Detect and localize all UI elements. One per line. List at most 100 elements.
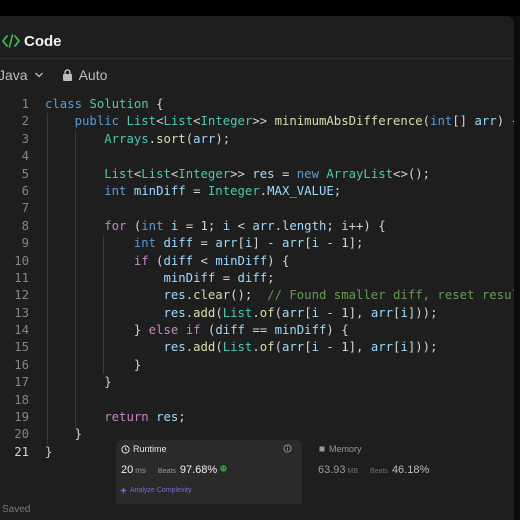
code-token: i bbox=[311, 305, 319, 320]
code-token: arr bbox=[370, 305, 394, 320]
runtime-header: Runtime bbox=[121, 444, 167, 454]
language-selector[interactable]: Java bbox=[0, 67, 44, 83]
line-number: 6 bbox=[21, 183, 29, 198]
line-number: 19 bbox=[14, 410, 29, 425]
code-token: diff bbox=[163, 253, 194, 268]
code-line[interactable]: 15 res.add(List.of(arr[i - 1], arr[i])); bbox=[0, 339, 514, 356]
code-token: = bbox=[215, 270, 238, 285]
code-token: arr bbox=[281, 236, 305, 251]
code-token: of bbox=[259, 340, 275, 355]
code-token: length bbox=[281, 218, 327, 233]
code-token: res bbox=[252, 166, 275, 181]
code-token: ( bbox=[422, 114, 431, 129]
code-token: if bbox=[133, 253, 149, 268]
analyze-complexity-label: Analyze Complexity bbox=[130, 487, 192, 494]
code-token: - 1], bbox=[319, 340, 371, 355]
code-line[interactable]: 14 } else if (diff == minDiff) { bbox=[0, 322, 514, 339]
code-token: ( bbox=[148, 253, 164, 268]
code-token: arr bbox=[281, 305, 305, 320]
mode-label[interactable]: Auto bbox=[79, 67, 108, 83]
code-line[interactable]: 4 bbox=[0, 148, 514, 165]
info-icon[interactable] bbox=[283, 444, 292, 453]
code-token: arr bbox=[252, 218, 275, 233]
code-token: } bbox=[45, 323, 149, 338]
code-line[interactable]: 9 int diff = arr[i] - arr[i - 1]; bbox=[0, 235, 514, 252]
sparkle-icon bbox=[120, 487, 127, 494]
code-token: add bbox=[193, 340, 216, 355]
code-line[interactable]: 2 public List<List<Integer>> minimumAbsD… bbox=[0, 113, 514, 130]
code-line[interactable]: 3 Arrays.sort(arr); bbox=[0, 131, 514, 148]
code-token: List bbox=[126, 114, 157, 129]
code-token: diff bbox=[237, 270, 268, 285]
code-text: } bbox=[45, 426, 82, 443]
code-token: = 1; bbox=[178, 218, 223, 233]
code-token: int bbox=[133, 236, 157, 251]
code-token: [ bbox=[237, 236, 245, 251]
code-token: i bbox=[400, 305, 408, 320]
code-token: . bbox=[148, 131, 157, 146]
top-strip bbox=[0, 0, 520, 16]
code-token: } bbox=[45, 357, 142, 372]
code-token: ; bbox=[326, 218, 342, 233]
code-text: class Solution { bbox=[45, 96, 163, 113]
code-text: minDiff = diff; bbox=[45, 270, 274, 287]
code-token: } bbox=[45, 427, 83, 442]
code-line[interactable]: 7 bbox=[0, 200, 514, 217]
code-token: ( bbox=[215, 305, 223, 320]
code-line[interactable]: 19 return res; bbox=[0, 409, 514, 426]
code-text: } bbox=[45, 374, 111, 391]
code-token: diff bbox=[163, 236, 194, 251]
code-token: MAX_VALUE bbox=[267, 183, 334, 198]
code-token: res bbox=[163, 305, 186, 320]
code-line[interactable]: 11 minDiff = diff; bbox=[0, 270, 514, 287]
code-token: ) { bbox=[326, 323, 349, 338]
code-token: ( bbox=[274, 340, 282, 355]
line-number: 20 bbox=[14, 427, 29, 442]
code-token: ])); bbox=[407, 305, 438, 320]
code-line[interactable]: 13 res.add(List.of(arr[i - 1], arr[i])); bbox=[0, 305, 514, 322]
code-token: diff bbox=[215, 323, 245, 338]
line-number: 5 bbox=[21, 166, 29, 181]
code-token: . bbox=[185, 288, 194, 303]
code-token: i bbox=[400, 340, 408, 355]
line-number: 16 bbox=[14, 357, 29, 372]
code-line[interactable]: 18 bbox=[0, 392, 514, 409]
memory-label: Memory bbox=[329, 444, 362, 454]
code-token: <>(); bbox=[393, 166, 431, 181]
code-token: sort bbox=[156, 131, 186, 146]
leaf-icon bbox=[220, 465, 227, 472]
code-text: int minDiff = Integer.MAX_VALUE; bbox=[45, 183, 341, 200]
code-editor[interactable]: 1 class Solution {2 public List<List<Inte… bbox=[0, 96, 514, 461]
code-token: - 1], bbox=[319, 305, 371, 320]
code-token: // Found smaller diff, reset results bbox=[267, 288, 514, 303]
code-line[interactable]: 17 } bbox=[0, 374, 514, 391]
code-line[interactable]: 16 } bbox=[0, 357, 514, 374]
code-line[interactable]: 1 class Solution { bbox=[0, 96, 514, 113]
line-number: 8 bbox=[21, 218, 29, 233]
code-token: add bbox=[193, 305, 216, 320]
code-token: List bbox=[222, 305, 253, 320]
code-token: clear bbox=[193, 288, 231, 303]
code-text: int diff = arr[i] - arr[i - 1]; bbox=[45, 235, 364, 252]
line-number: 2 bbox=[21, 114, 29, 129]
code-line[interactable]: 6 int minDiff = Integer.MAX_VALUE; bbox=[0, 183, 514, 200]
runtime-value-row: 20 ms Beats 97.68% bbox=[121, 464, 228, 476]
analyze-complexity-link[interactable]: Analyze Complexity bbox=[120, 487, 191, 494]
code-line[interactable]: 12 res.clear(); // Found smaller diff, r… bbox=[0, 287, 514, 304]
code-line[interactable]: 10 if (diff < minDiff) { bbox=[0, 253, 514, 270]
runtime-value: 20 bbox=[121, 464, 134, 476]
code-token: < bbox=[230, 218, 253, 233]
code-token: ( bbox=[185, 131, 194, 146]
code-line[interactable]: 5 List<List<Integer>> res = new ArrayLis… bbox=[0, 166, 514, 183]
line-number: 3 bbox=[21, 131, 29, 146]
memory-card[interactable]: Memory 63.93 MB Beats 46.18% bbox=[306, 440, 514, 504]
code-line[interactable]: 8 for (int i = 1; i < arr.length; i++) { bbox=[0, 218, 514, 235]
code-token: minDiff bbox=[215, 253, 268, 268]
runtime-card[interactable]: Runtime 20 ms Beats 97.68% Analyze Compl… bbox=[116, 440, 302, 504]
